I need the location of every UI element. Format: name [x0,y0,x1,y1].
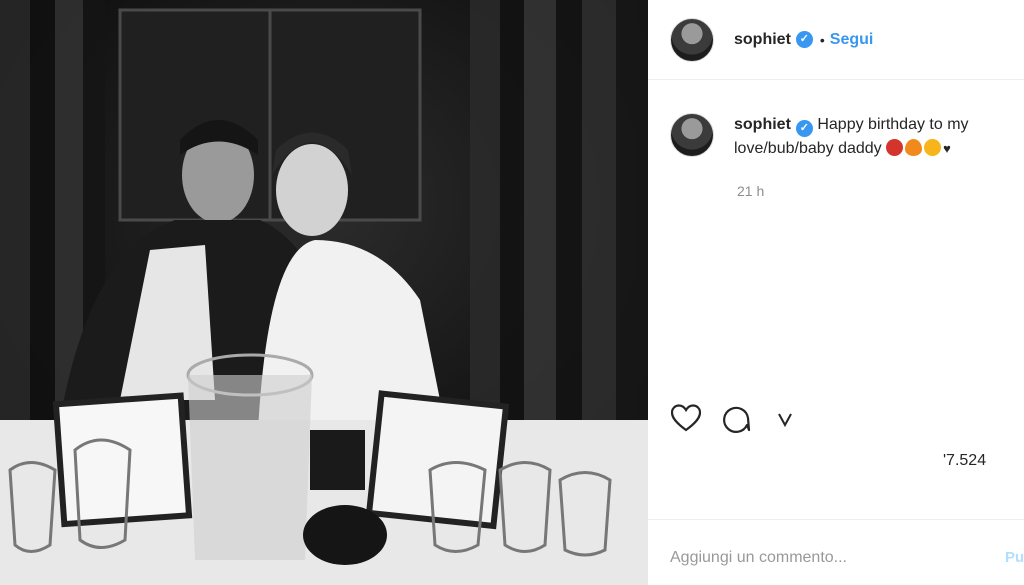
caption-emojis [886,139,942,156]
post-photo[interactable] [0,0,648,585]
heart-outline-icon [671,404,701,432]
post-header: sophiet ✓ • Segui [648,0,1024,80]
share-icon [778,413,792,428]
caption-verified-badge-icon: ✓ [795,120,813,137]
caption: sophiet ✓ Happy birthday to my love/bub/b… [670,113,1020,161]
separator-dot: • [819,31,825,48]
fire-emoji-icon [905,139,923,156]
caption-avatar[interactable] [670,113,714,157]
caption-username-link[interactable]: sophiet [734,116,791,133]
timestamp[interactable]: 21 h [737,183,764,199]
post-sidebar: sophiet ✓ • Segui sophiet ✓ Happy birthda… [648,0,1024,585]
comment-input[interactable] [670,546,1000,570]
caption-body: sophiet ✓ Happy birthday to my love/bub/b… [734,113,1014,161]
angry-face-emoji-icon [886,139,904,156]
comment-button[interactable] [718,400,754,436]
follow-button[interactable]: Segui [830,31,874,49]
star-struck-emoji-icon [924,139,942,156]
like-button[interactable] [668,400,704,436]
share-button[interactable] [768,400,804,436]
action-bar [668,400,804,436]
divider [648,519,1024,520]
username-link[interactable]: sophiet [734,31,791,49]
heart-emoji-icon: ♥ [943,141,951,156]
verified-badge-icon: ✓ [795,31,813,48]
publish-button[interactable]: Pu [1005,549,1024,566]
comment-bubble-icon [723,406,751,433]
likes-count[interactable]: '7.524 [943,452,986,470]
avatar[interactable] [670,17,714,62]
